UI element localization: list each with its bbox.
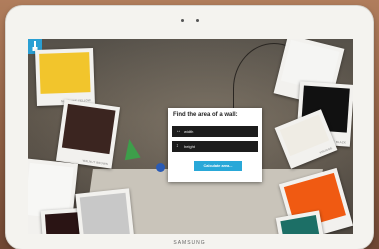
up-down-arrow-icon: ↕	[176, 143, 179, 149]
left-right-arrow-icon: ↔	[176, 128, 181, 134]
panel-title: Find the area of a wall:	[173, 112, 238, 118]
blue-circle	[156, 163, 165, 172]
camera-dot	[181, 19, 184, 22]
app-screen: SUNSHINE YELLOW WALNUT BROWN PAPER WHITE…	[28, 39, 353, 234]
card-grey[interactable]	[75, 188, 135, 234]
width-placeholder: width	[184, 129, 194, 134]
swatch-brown	[61, 103, 116, 155]
brand-label: SAMSUNG	[173, 240, 206, 246]
green-shape	[121, 137, 141, 161]
height-field[interactable]: ↕ height	[172, 141, 258, 152]
area-calculator-panel: Find the area of a wall: ↔ width ↕ heigh…	[168, 108, 262, 182]
calculate-area-button[interactable]: Calculate area...	[194, 161, 242, 171]
sensor-dot	[196, 19, 199, 22]
swatch-teal	[280, 215, 320, 234]
card-yellow[interactable]: SUNSHINE YELLOW	[35, 48, 95, 106]
swatch-grey	[79, 192, 131, 234]
swatch-yellow	[39, 52, 91, 94]
width-field[interactable]: ↔ width	[172, 126, 258, 137]
height-placeholder: height	[184, 144, 195, 149]
card-brown[interactable]: WALNUT BROWN	[55, 99, 121, 169]
